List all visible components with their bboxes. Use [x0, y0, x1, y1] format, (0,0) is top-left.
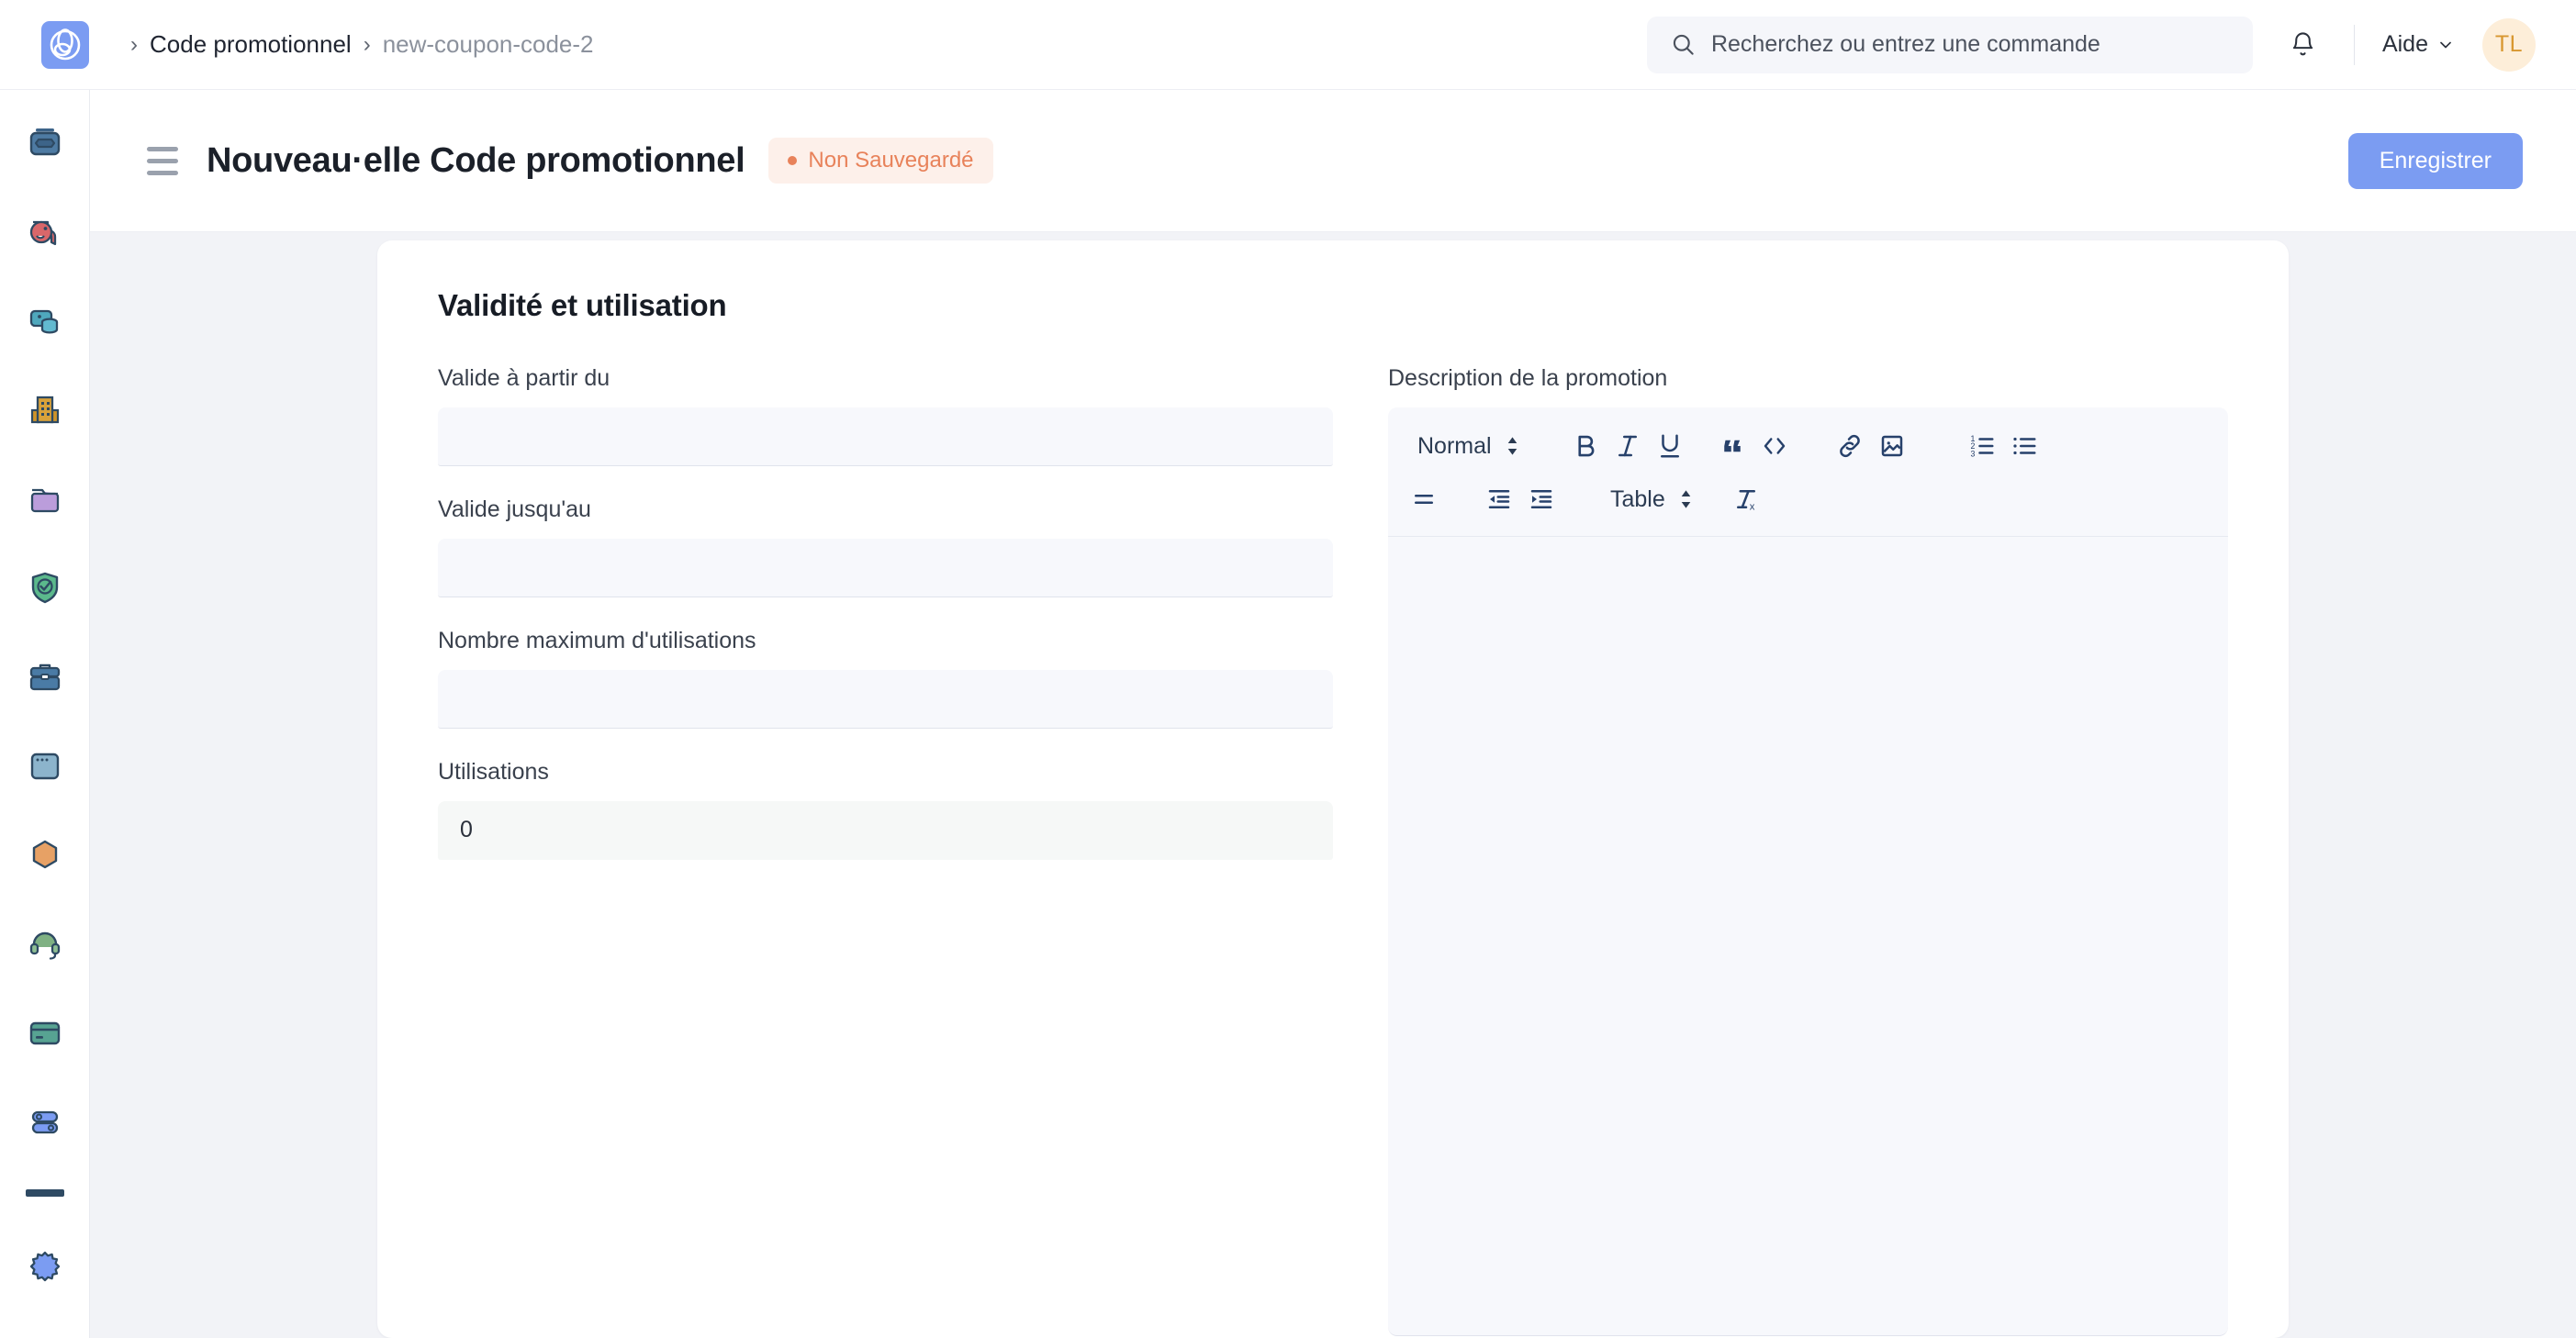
field-valid-until: Valide jusqu'au [438, 496, 1333, 597]
help-label: Aide [2382, 31, 2428, 58]
app-sidebar [0, 90, 90, 1338]
sidebar-item-settings[interactable] [17, 1239, 73, 1294]
editor-content-area[interactable] [1388, 537, 2228, 1335]
svg-text:3: 3 [1970, 449, 1975, 458]
sidebar-item-settings-toggles[interactable] [17, 1095, 73, 1150]
promotion-description-label: Description de la promotion [1388, 365, 2228, 392]
svg-text:x: x [1750, 501, 1755, 512]
search-input[interactable]: Recherchez ou entrez une commande [1711, 31, 2100, 58]
search-icon [1671, 32, 1696, 57]
avatar[interactable]: TL [2482, 18, 2536, 72]
breadcrumb: › Code promotionnel › new-coupon-code-2 [130, 30, 594, 59]
sidebar-item-database[interactable] [17, 294, 73, 349]
table-select[interactable]: Table [1596, 478, 1705, 520]
page-title: Nouveau·elle Code promotionnel [207, 141, 745, 181]
sidebar-item-window[interactable] [17, 739, 73, 794]
bell-icon[interactable] [2280, 22, 2326, 68]
chevron-updown-icon [1505, 435, 1520, 457]
save-button[interactable]: Enregistrer [2348, 133, 2523, 189]
uses-count-field [438, 801, 1333, 860]
max-uses-label: Nombre maximum d'utilisations [438, 628, 1333, 654]
chevron-updown-icon [1678, 488, 1694, 510]
topbar-actions: Recherchez ou entrez une commande Aide T… [1647, 17, 2536, 73]
sidebar-item-support[interactable] [17, 917, 73, 972]
status-badge-label: Non Sauvegardé [808, 148, 973, 173]
underline-button[interactable] [1649, 425, 1691, 467]
insert-image-button[interactable] [1871, 425, 1913, 467]
section-title: Validité et utilisation [438, 288, 2228, 323]
indent-button[interactable] [1520, 478, 1562, 520]
help-menu[interactable]: Aide [2382, 31, 2455, 58]
field-uses-count: Utilisations [438, 759, 1333, 860]
breadcrumb-current: new-coupon-code-2 [383, 30, 594, 59]
field-valid-from: Valide à partir du [438, 365, 1333, 466]
search-bar[interactable]: Recherchez ou entrez une commande [1647, 17, 2253, 73]
chevron-down-icon [2436, 36, 2455, 54]
form-columns: Valide à partir du Valide jusqu'au Nombr… [438, 365, 2228, 1336]
sidebar-item-inventory[interactable] [17, 828, 73, 883]
insert-link-button[interactable] [1829, 425, 1871, 467]
align-button[interactable] [1403, 478, 1445, 520]
hamburger-menu-icon[interactable] [147, 147, 178, 175]
sidebar-item-quality[interactable] [17, 561, 73, 616]
outdent-button[interactable] [1478, 478, 1520, 520]
sidebar-item-payments[interactable] [17, 1006, 73, 1061]
clear-format-button[interactable]: x [1725, 478, 1767, 520]
valid-from-input[interactable] [438, 407, 1333, 466]
status-badge: Non Sauvegardé [768, 138, 992, 184]
status-dot-icon [788, 156, 797, 165]
blockquote-button[interactable] [1711, 425, 1753, 467]
main-content-area: Nouveau·elle Code promotionnel Non Sauve… [90, 90, 2576, 1338]
uses-count-label: Utilisations [438, 759, 1333, 786]
sidebar-item-toolbox[interactable] [17, 116, 73, 171]
topbar-divider [2354, 25, 2355, 65]
bold-button[interactable] [1564, 425, 1607, 467]
breadcrumb-separator-1: › [130, 32, 138, 58]
application-window: › Code promotionnel › new-coupon-code-2 … [0, 0, 2576, 1338]
top-navigation-bar: › Code promotionnel › new-coupon-code-2 … [0, 0, 2576, 90]
editor-toolbar-row-2: Table [1403, 473, 2213, 526]
logo-container [0, 21, 130, 69]
valid-from-label: Valide à partir du [438, 365, 1333, 392]
valid-until-input[interactable] [438, 539, 1333, 597]
page-header: Nouveau·elle Code promotionnel Non Sauve… [90, 90, 2576, 232]
form-left-column: Valide à partir du Valide jusqu'au Nombr… [438, 365, 1333, 1336]
sidebar-item-crm[interactable] [17, 205, 73, 260]
valid-until-label: Valide jusqu'au [438, 496, 1333, 523]
app-logo-icon[interactable] [41, 21, 89, 69]
ordered-list-button[interactable]: 1 2 3 [1961, 425, 2003, 467]
text-style-value: Normal [1417, 433, 1492, 460]
breadcrumb-parent-link[interactable]: Code promotionnel [150, 30, 352, 59]
sidebar-item-projects[interactable] [17, 650, 73, 705]
table-select-value: Table [1610, 486, 1665, 513]
rich-text-editor: Normal [1388, 407, 2228, 1336]
italic-button[interactable] [1607, 425, 1649, 467]
max-uses-input[interactable] [438, 670, 1333, 729]
form-right-column: Description de la promotion Normal [1388, 365, 2228, 1336]
editor-toolbar: Normal [1388, 407, 2228, 537]
field-max-uses: Nombre maximum d'utilisations [438, 628, 1333, 729]
breadcrumb-separator-2: › [364, 32, 371, 58]
form-card: Validité et utilisation Valide à partir … [377, 240, 2289, 1338]
app-body: Nouveau·elle Code promotionnel Non Sauve… [0, 90, 2576, 1338]
code-block-button[interactable] [1753, 425, 1796, 467]
text-style-select[interactable]: Normal [1403, 425, 1531, 467]
content-scroll-region: Validité et utilisation Valide à partir … [90, 232, 2576, 1338]
sidebar-divider [26, 1189, 64, 1197]
bullet-list-button[interactable] [2003, 425, 2045, 467]
sidebar-item-files[interactable] [17, 472, 73, 527]
sidebar-item-company[interactable] [17, 383, 73, 438]
editor-toolbar-row-1: Normal [1403, 419, 2213, 473]
